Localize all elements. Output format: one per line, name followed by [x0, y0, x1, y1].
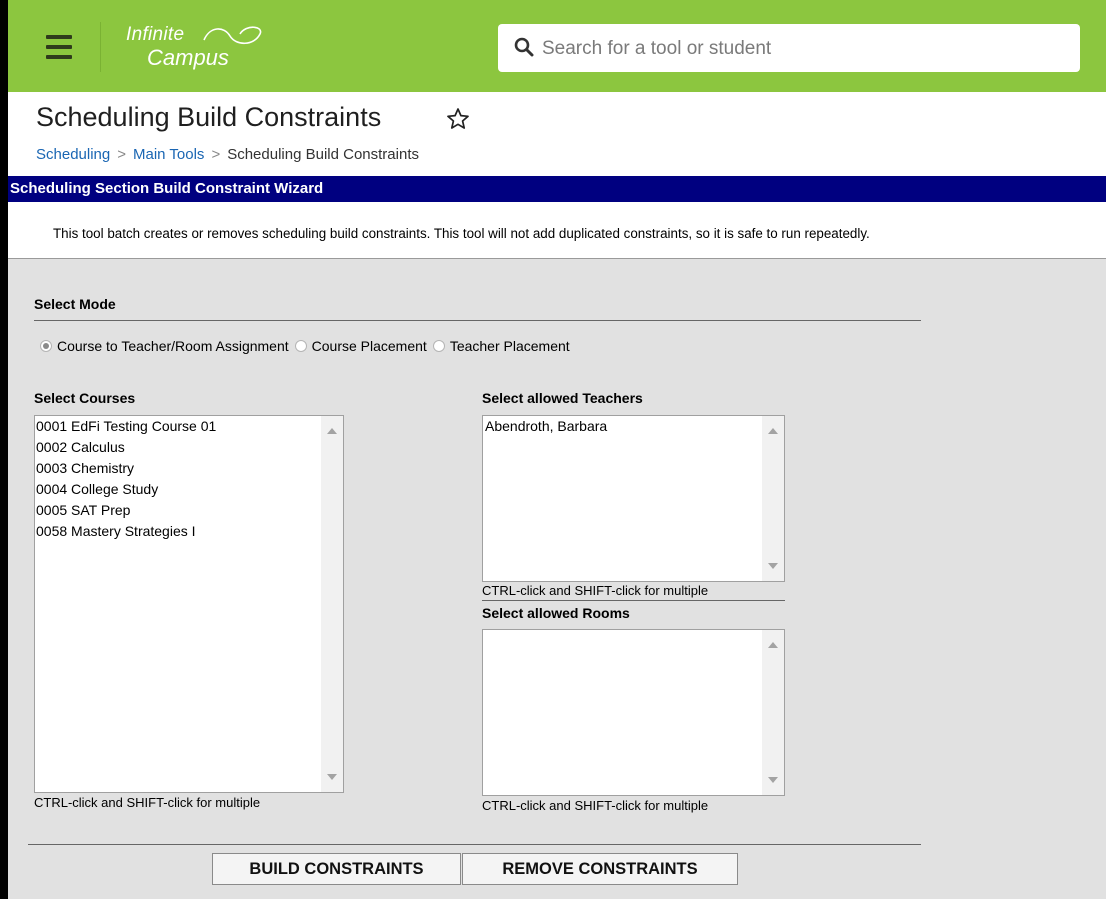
wizard-description-area: This tool batch creates or removes sched… — [8, 202, 1106, 259]
list-item[interactable]: 0003 Chemistry — [35, 458, 321, 479]
list-item[interactable]: Abendroth, Barbara — [483, 416, 762, 437]
list-item[interactable]: 0004 College Study — [35, 479, 321, 500]
mode-divider — [34, 320, 921, 321]
search-icon — [514, 37, 534, 57]
app-window: Infinite Campus Scheduling Build Constra… — [8, 0, 1106, 899]
remove-constraints-button[interactable]: REMOVE CONSTRAINTS — [462, 853, 738, 885]
search-box[interactable] — [498, 24, 1080, 72]
list-item[interactable]: 0058 Mastery Strategies I — [35, 521, 321, 542]
nav-divider — [100, 22, 101, 72]
radio-course-placement[interactable] — [294, 340, 307, 352]
search-input[interactable] — [540, 32, 1064, 66]
breadcrumb-separator-icon: > — [117, 146, 126, 163]
teachers-listbox[interactable]: Abendroth, Barbara — [482, 415, 785, 582]
radio-teacher-placement[interactable] — [432, 340, 445, 352]
radio-course-teacher-room[interactable] — [40, 340, 52, 352]
breadcrumb-link-scheduling[interactable]: Scheduling — [36, 146, 110, 163]
mode-option-teacher-placement[interactable]: Teacher Placement — [432, 338, 570, 354]
mode-option-label: Course Placement — [311, 338, 427, 354]
select-rooms-label: Select allowed Rooms — [482, 605, 630, 621]
rooms-listbox[interactable] — [482, 629, 785, 796]
hamburger-menu-icon[interactable] — [22, 22, 96, 72]
scroll-down-arrow-icon[interactable] — [327, 774, 337, 780]
logo-text-line2: Campus — [147, 45, 229, 70]
list-item[interactable]: 0005 SAT Prep — [35, 500, 321, 521]
list-item[interactable]: 0001 EdFi Testing Course 01 — [35, 416, 321, 437]
wizard-title-bar: Scheduling Section Build Constraint Wiza… — [8, 176, 1106, 202]
top-nav-bar: Infinite Campus — [8, 0, 1106, 92]
mode-option-course-placement[interactable]: Course Placement — [294, 338, 427, 354]
infinite-campus-logo[interactable]: Infinite Campus — [126, 24, 276, 74]
page-title: Scheduling Build Constraints — [36, 102, 382, 132]
teachers-hint: CTRL-click and SHIFT-click for multiple — [482, 583, 709, 598]
mode-option-label: Course to Teacher/Room Assignment — [57, 338, 289, 354]
rooms-scrollbar[interactable] — [762, 630, 784, 795]
teachers-divider — [482, 600, 785, 601]
scroll-up-arrow-icon[interactable] — [768, 642, 778, 648]
breadcrumb-separator-icon: > — [211, 146, 221, 163]
select-courses-label: Select Courses — [34, 390, 136, 406]
scroll-down-arrow-icon[interactable] — [768, 563, 778, 569]
favorite-star-icon[interactable] — [446, 107, 470, 131]
logo-text-line1: Infinite — [126, 24, 185, 45]
list-item[interactable]: 0002 Calculus — [35, 437, 321, 458]
mode-option-label: Teacher Placement — [449, 338, 570, 354]
wizard-description: This tool batch creates or removes sched… — [53, 226, 870, 241]
wizard-form: Select Mode Course to Teacher/Room Assig… — [8, 259, 1106, 899]
breadcrumb-current: Scheduling Build Constraints — [227, 146, 419, 163]
breadcrumb: Scheduling > Main Tools > Scheduling Build C… — [36, 146, 419, 163]
teachers-scrollbar[interactable] — [762, 416, 784, 581]
courses-listbox[interactable]: 0001 EdFi Testing Course 01 0002 Calculu… — [34, 415, 344, 793]
select-teachers-label: Select allowed Teachers — [482, 390, 643, 406]
scroll-down-arrow-icon[interactable] — [768, 777, 778, 783]
courses-hint: CTRL-click and SHIFT-click for multiple — [34, 795, 261, 810]
select-mode-label: Select Mode — [34, 296, 116, 312]
build-constraints-button[interactable]: BUILD CONSTRAINTS — [212, 853, 461, 885]
rooms-hint: CTRL-click and SHIFT-click for multiple — [482, 798, 709, 813]
scroll-up-arrow-icon[interactable] — [768, 428, 778, 434]
mode-radio-group: Course to Teacher/Room Assignment Course… — [40, 338, 576, 354]
actions-divider — [28, 844, 921, 845]
scroll-up-arrow-icon[interactable] — [327, 428, 337, 434]
breadcrumb-link-main-tools[interactable]: Main Tools — [133, 146, 204, 163]
courses-scrollbar[interactable] — [321, 416, 343, 792]
mode-option-course-teacher-room[interactable]: Course to Teacher/Room Assignment — [40, 338, 289, 354]
